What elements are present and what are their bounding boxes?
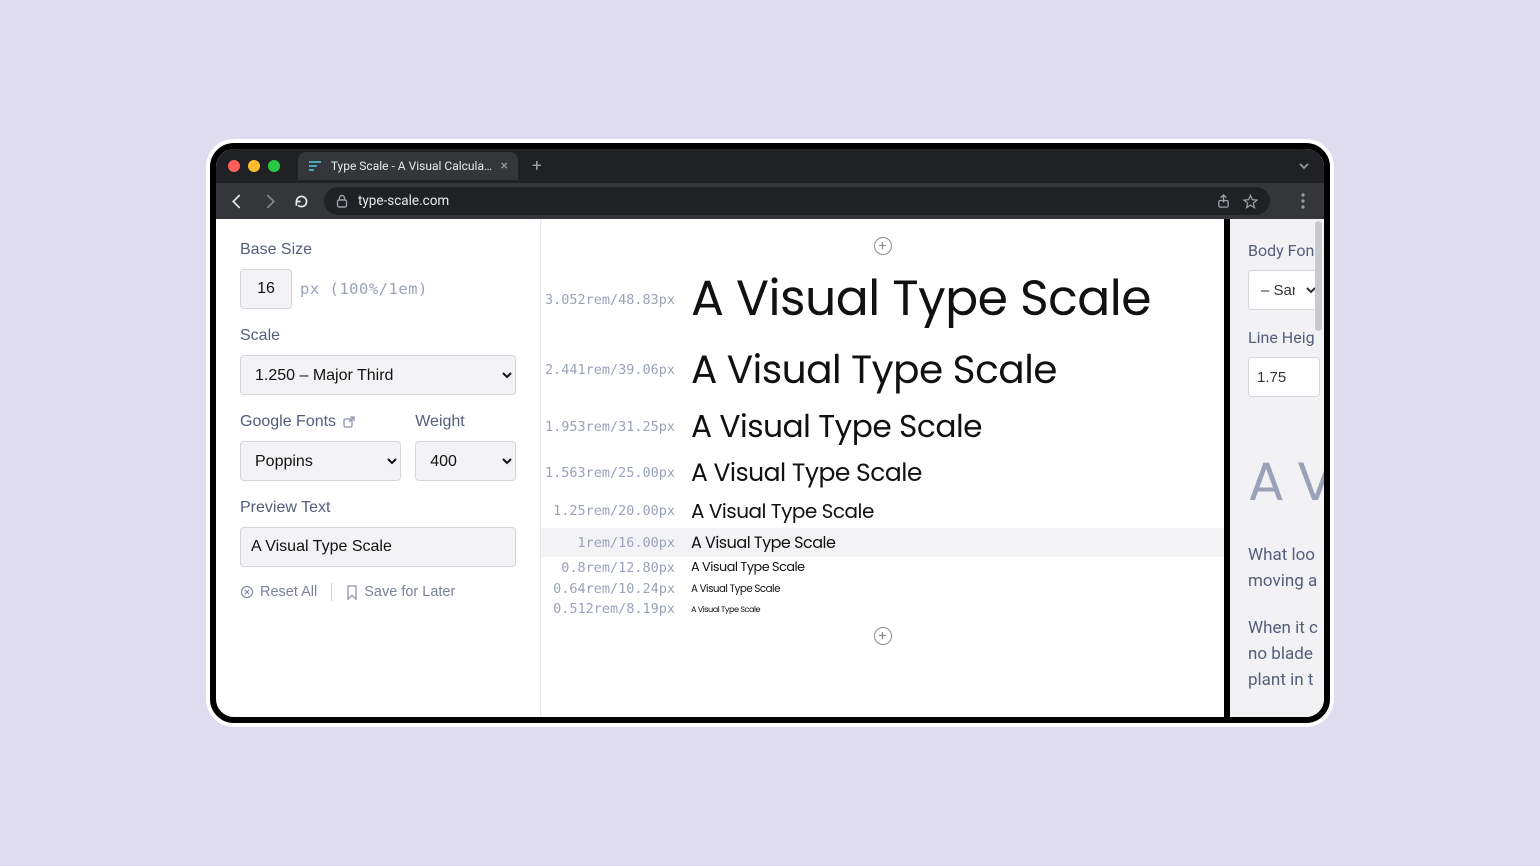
browser-window: Type Scale - A Visual Calculato × + type… xyxy=(210,143,1330,723)
scale-sample-text: A Visual Type Scale xyxy=(691,581,1224,597)
scale-select[interactable]: 1.250 – Major Third xyxy=(240,355,516,395)
url-field[interactable]: type-scale.com xyxy=(324,187,1270,215)
scale-label: Scale xyxy=(240,327,516,345)
scale-row[interactable]: 0.8rem/12.80pxA Visual Type Scale xyxy=(541,557,1224,579)
scale-list: 3.052rem/48.83pxA Visual Type Scale2.441… xyxy=(541,261,1224,619)
scale-sample-text: A Visual Type Scale xyxy=(691,454,1224,492)
share-icon[interactable] xyxy=(1216,194,1231,209)
scale-preview: + 3.052rem/48.83pxA Visual Type Scale2.4… xyxy=(541,219,1224,717)
preview-text-input[interactable] xyxy=(240,527,516,567)
scale-meta: 1.953rem/31.25px xyxy=(541,419,691,435)
tab-list-chevron-icon[interactable] xyxy=(1298,160,1310,172)
browser-tab[interactable]: Type Scale - A Visual Calculato × xyxy=(298,152,518,180)
scale-row[interactable]: 0.64rem/10.24pxA Visual Type Scale xyxy=(541,579,1224,599)
scale-meta: 3.052rem/48.83px xyxy=(541,292,691,308)
panel-toggle-button[interactable] xyxy=(1224,414,1230,486)
scale-row[interactable]: 2.441rem/39.06pxA Visual Type Scale xyxy=(541,338,1224,401)
font-select[interactable]: Poppins xyxy=(240,441,401,481)
scale-row[interactable]: 0.512rem/8.19pxA Visual Type Scale xyxy=(541,599,1224,619)
tab-strip: Type Scale - A Visual Calculato × + xyxy=(216,149,1324,183)
google-fonts-label: Google Fonts xyxy=(240,413,401,431)
scale-meta: 0.512rem/8.19px xyxy=(541,601,691,617)
base-size-input[interactable] xyxy=(240,269,292,309)
scale-meta: 0.8rem/12.80px xyxy=(541,560,691,576)
base-size-label: Base Size xyxy=(240,241,516,259)
scrollbar[interactable] xyxy=(1315,221,1322,331)
body-preview-heading: A V xyxy=(1248,441,1324,522)
scale-sample-text: A Visual Type Scale xyxy=(691,530,1224,555)
lock-icon xyxy=(336,194,348,208)
add-scale-step-bottom-button[interactable]: + xyxy=(874,627,892,645)
line-height-label: Line Heig xyxy=(1248,328,1324,347)
weight-label: Weight xyxy=(415,413,516,431)
scale-sample-text: A Visual Type Scale xyxy=(691,603,1224,616)
reset-all-button[interactable]: Reset All xyxy=(240,584,317,600)
window-close-button[interactable] xyxy=(228,160,240,172)
scale-sample-text: A Visual Type Scale xyxy=(691,263,1224,336)
scale-meta: 1.563rem/25.00px xyxy=(541,465,691,481)
scale-sample-text: A Visual Type Scale xyxy=(691,403,1224,450)
new-tab-button[interactable]: + xyxy=(532,156,542,176)
url-text: type-scale.com xyxy=(358,193,449,209)
scale-row[interactable]: 1.25rem/20.00pxA Visual Type Scale xyxy=(541,494,1224,528)
back-icon[interactable] xyxy=(228,193,246,210)
tab-title: Type Scale - A Visual Calculato xyxy=(331,159,493,173)
window-controls xyxy=(228,160,280,172)
body-font-select[interactable]: – Same xyxy=(1248,270,1320,310)
scale-row[interactable]: 1rem/16.00pxA Visual Type Scale xyxy=(541,528,1224,557)
body-font-label: Body Fon xyxy=(1248,241,1324,260)
scale-row[interactable]: 3.052rem/48.83pxA Visual Type Scale xyxy=(541,261,1224,338)
tab-close-icon[interactable]: × xyxy=(501,158,508,174)
controls-sidebar: Base Size px (100%/1em) Scale 1.250 – Ma… xyxy=(216,219,541,717)
external-link-icon[interactable] xyxy=(342,415,356,429)
body-preview-panel: Body Fon – Same Line Heig A V What loo m… xyxy=(1224,219,1324,717)
app-content: Base Size px (100%/1em) Scale 1.250 – Ma… xyxy=(216,219,1324,717)
weight-select[interactable]: 400 xyxy=(415,441,516,481)
window-maximize-button[interactable] xyxy=(268,160,280,172)
window-minimize-button[interactable] xyxy=(248,160,260,172)
scale-meta: 2.441rem/39.06px xyxy=(541,362,691,378)
scale-meta: 1.25rem/20.00px xyxy=(541,503,691,519)
body-preview-paragraph-1: What loo moving a xyxy=(1248,542,1324,595)
scale-row[interactable]: 1.563rem/25.00pxA Visual Type Scale xyxy=(541,452,1224,494)
bookmark-star-icon[interactable] xyxy=(1243,194,1258,209)
line-height-input[interactable] xyxy=(1248,357,1320,397)
address-bar: type-scale.com xyxy=(216,183,1324,219)
reload-icon[interactable] xyxy=(292,193,310,210)
tab-favicon-icon xyxy=(308,159,323,174)
save-later-button[interactable]: Save for Later xyxy=(346,584,455,600)
scale-sample-text: A Visual Type Scale xyxy=(691,559,1224,577)
add-scale-step-top-button[interactable]: + xyxy=(874,237,892,255)
bookmark-icon xyxy=(346,585,358,600)
scale-meta: 0.64rem/10.24px xyxy=(541,581,691,597)
scale-sample-text: A Visual Type Scale xyxy=(691,340,1224,399)
divider xyxy=(331,583,332,601)
reset-icon xyxy=(240,585,254,599)
scale-row[interactable]: 1.953rem/31.25pxA Visual Type Scale xyxy=(541,401,1224,452)
preview-text-label: Preview Text xyxy=(240,499,516,517)
forward-icon[interactable] xyxy=(260,193,278,210)
kebab-menu-icon[interactable] xyxy=(1294,193,1312,209)
base-size-unit: px (100%/1em) xyxy=(300,280,428,298)
scale-meta: 1rem/16.00px xyxy=(541,535,691,551)
scale-sample-text: A Visual Type Scale xyxy=(691,496,1224,526)
body-preview-paragraph-2: When it c no blade plant in t xyxy=(1248,615,1324,694)
